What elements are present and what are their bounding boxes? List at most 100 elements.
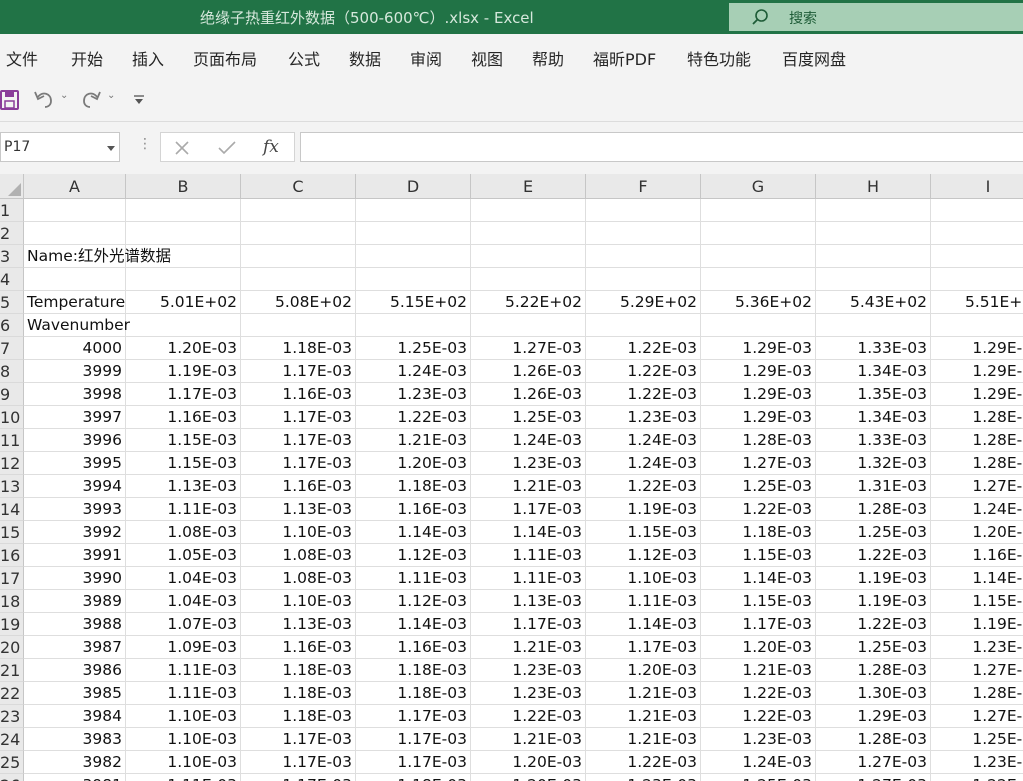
cell-c14[interactable]: 1.13E-03 bbox=[241, 498, 356, 521]
enter-icon[interactable] bbox=[218, 141, 236, 155]
column-header-e[interactable]: E bbox=[471, 174, 586, 199]
tab-view[interactable]: 视图 bbox=[471, 46, 503, 70]
cell-e8[interactable]: 1.26E-03 bbox=[471, 360, 586, 383]
cell-d25[interactable]: 1.17E-03 bbox=[356, 751, 471, 774]
cell-g10[interactable]: 1.29E-03 bbox=[701, 406, 816, 429]
cell-i14[interactable]: 1.24E-03 bbox=[931, 498, 1023, 521]
cell-c4[interactable] bbox=[241, 268, 356, 291]
cell-h26[interactable]: 1.27E-03 bbox=[816, 774, 931, 781]
cell-c11[interactable]: 1.17E-03 bbox=[241, 429, 356, 452]
cell-b21[interactable]: 1.11E-03 bbox=[126, 659, 241, 682]
cell-i12[interactable]: 1.28E-03 bbox=[931, 452, 1023, 475]
cell-f13[interactable]: 1.22E-03 bbox=[586, 475, 701, 498]
cell-h25[interactable]: 1.27E-03 bbox=[816, 751, 931, 774]
cell-h4[interactable] bbox=[816, 268, 931, 291]
tab-special-features[interactable]: 特色功能 bbox=[687, 46, 751, 70]
cell-b14[interactable]: 1.11E-03 bbox=[126, 498, 241, 521]
cell-e11[interactable]: 1.24E-03 bbox=[471, 429, 586, 452]
cell-c23[interactable]: 1.18E-03 bbox=[241, 705, 356, 728]
cell-d23[interactable]: 1.17E-03 bbox=[356, 705, 471, 728]
column-header-c[interactable]: C bbox=[241, 174, 356, 199]
tab-baidu-netdisk[interactable]: 百度网盘 bbox=[782, 46, 846, 70]
cell-f17[interactable]: 1.10E-03 bbox=[586, 567, 701, 590]
cell-f10[interactable]: 1.23E-03 bbox=[586, 406, 701, 429]
cell-b26[interactable]: 1.11E-03 bbox=[126, 774, 241, 781]
cell-e14[interactable]: 1.17E-03 bbox=[471, 498, 586, 521]
cell-f1[interactable] bbox=[586, 199, 701, 222]
cell-f24[interactable]: 1.21E-03 bbox=[586, 728, 701, 751]
cell-e15[interactable]: 1.14E-03 bbox=[471, 521, 586, 544]
cell-h19[interactable]: 1.22E-03 bbox=[816, 613, 931, 636]
row-header-17[interactable]: 17 bbox=[0, 567, 24, 590]
cell-e18[interactable]: 1.13E-03 bbox=[471, 590, 586, 613]
cell-i20[interactable]: 1.23E-03 bbox=[931, 636, 1023, 659]
row-header-4[interactable]: 4 bbox=[0, 268, 24, 291]
cell-h7[interactable]: 1.33E-03 bbox=[816, 337, 931, 360]
cell-g21[interactable]: 1.21E-03 bbox=[701, 659, 816, 682]
cell-d13[interactable]: 1.18E-03 bbox=[356, 475, 471, 498]
cell-c18[interactable]: 1.10E-03 bbox=[241, 590, 356, 613]
cell-d17[interactable]: 1.11E-03 bbox=[356, 567, 471, 590]
cell-i15[interactable]: 1.20E-03 bbox=[931, 521, 1023, 544]
cell-e25[interactable]: 1.20E-03 bbox=[471, 751, 586, 774]
cell-a1[interactable] bbox=[24, 199, 126, 222]
cell-a19[interactable]: 3988 bbox=[24, 613, 126, 636]
customize-qat-icon[interactable] bbox=[133, 94, 145, 106]
cell-i7[interactable]: 1.29E-03 bbox=[931, 337, 1023, 360]
cell-g22[interactable]: 1.22E-03 bbox=[701, 682, 816, 705]
cell-d9[interactable]: 1.23E-03 bbox=[356, 383, 471, 406]
select-all-button[interactable] bbox=[0, 174, 24, 199]
redo-dropdown-icon[interactable]: ⌄ bbox=[107, 90, 115, 101]
cell-d2[interactable] bbox=[356, 222, 471, 245]
row-header-21[interactable]: 21 bbox=[0, 659, 24, 682]
row-header-15[interactable]: 15 bbox=[0, 521, 24, 544]
cell-c2[interactable] bbox=[241, 222, 356, 245]
cell-f11[interactable]: 1.24E-03 bbox=[586, 429, 701, 452]
cell-a15[interactable]: 3992 bbox=[24, 521, 126, 544]
cell-h11[interactable]: 1.33E-03 bbox=[816, 429, 931, 452]
cell-a20[interactable]: 3987 bbox=[24, 636, 126, 659]
cell-g7[interactable]: 1.29E-03 bbox=[701, 337, 816, 360]
cell-i21[interactable]: 1.27E-03 bbox=[931, 659, 1023, 682]
cell-b4[interactable] bbox=[126, 268, 241, 291]
cell-f23[interactable]: 1.21E-03 bbox=[586, 705, 701, 728]
cell-d6[interactable] bbox=[356, 314, 471, 337]
cell-h3[interactable] bbox=[816, 245, 931, 268]
cell-a7[interactable]: 4000 bbox=[24, 337, 126, 360]
cell-c26[interactable]: 1.17E-03 bbox=[241, 774, 356, 781]
cell-h17[interactable]: 1.19E-03 bbox=[816, 567, 931, 590]
cell-d3[interactable] bbox=[356, 245, 471, 268]
cell-e13[interactable]: 1.21E-03 bbox=[471, 475, 586, 498]
cell-b23[interactable]: 1.10E-03 bbox=[126, 705, 241, 728]
cell-h1[interactable] bbox=[816, 199, 931, 222]
cell-f2[interactable] bbox=[586, 222, 701, 245]
cell-a12[interactable]: 3995 bbox=[24, 452, 126, 475]
cell-d10[interactable]: 1.22E-03 bbox=[356, 406, 471, 429]
cell-d5[interactable]: 5.15E+02 bbox=[356, 291, 471, 314]
column-header-f[interactable]: F bbox=[586, 174, 701, 199]
cell-b3[interactable] bbox=[126, 245, 241, 268]
cell-e23[interactable]: 1.22E-03 bbox=[471, 705, 586, 728]
cell-d19[interactable]: 1.14E-03 bbox=[356, 613, 471, 636]
cell-a4[interactable] bbox=[24, 268, 126, 291]
cell-c1[interactable] bbox=[241, 199, 356, 222]
cell-e16[interactable]: 1.11E-03 bbox=[471, 544, 586, 567]
cell-f3[interactable] bbox=[586, 245, 701, 268]
cell-i1[interactable] bbox=[931, 199, 1023, 222]
cell-h21[interactable]: 1.28E-03 bbox=[816, 659, 931, 682]
cell-a23[interactable]: 3984 bbox=[24, 705, 126, 728]
cell-f22[interactable]: 1.21E-03 bbox=[586, 682, 701, 705]
tab-insert[interactable]: 插入 bbox=[132, 46, 164, 70]
cell-d18[interactable]: 1.12E-03 bbox=[356, 590, 471, 613]
cell-d21[interactable]: 1.18E-03 bbox=[356, 659, 471, 682]
cell-d15[interactable]: 1.14E-03 bbox=[356, 521, 471, 544]
cell-e1[interactable] bbox=[471, 199, 586, 222]
cell-b7[interactable]: 1.20E-03 bbox=[126, 337, 241, 360]
cell-b18[interactable]: 1.04E-03 bbox=[126, 590, 241, 613]
cell-f9[interactable]: 1.22E-03 bbox=[586, 383, 701, 406]
cell-i16[interactable]: 1.16E-03 bbox=[931, 544, 1023, 567]
cell-e12[interactable]: 1.23E-03 bbox=[471, 452, 586, 475]
cell-i19[interactable]: 1.19E-03 bbox=[931, 613, 1023, 636]
row-header-19[interactable]: 19 bbox=[0, 613, 24, 636]
cell-e20[interactable]: 1.21E-03 bbox=[471, 636, 586, 659]
